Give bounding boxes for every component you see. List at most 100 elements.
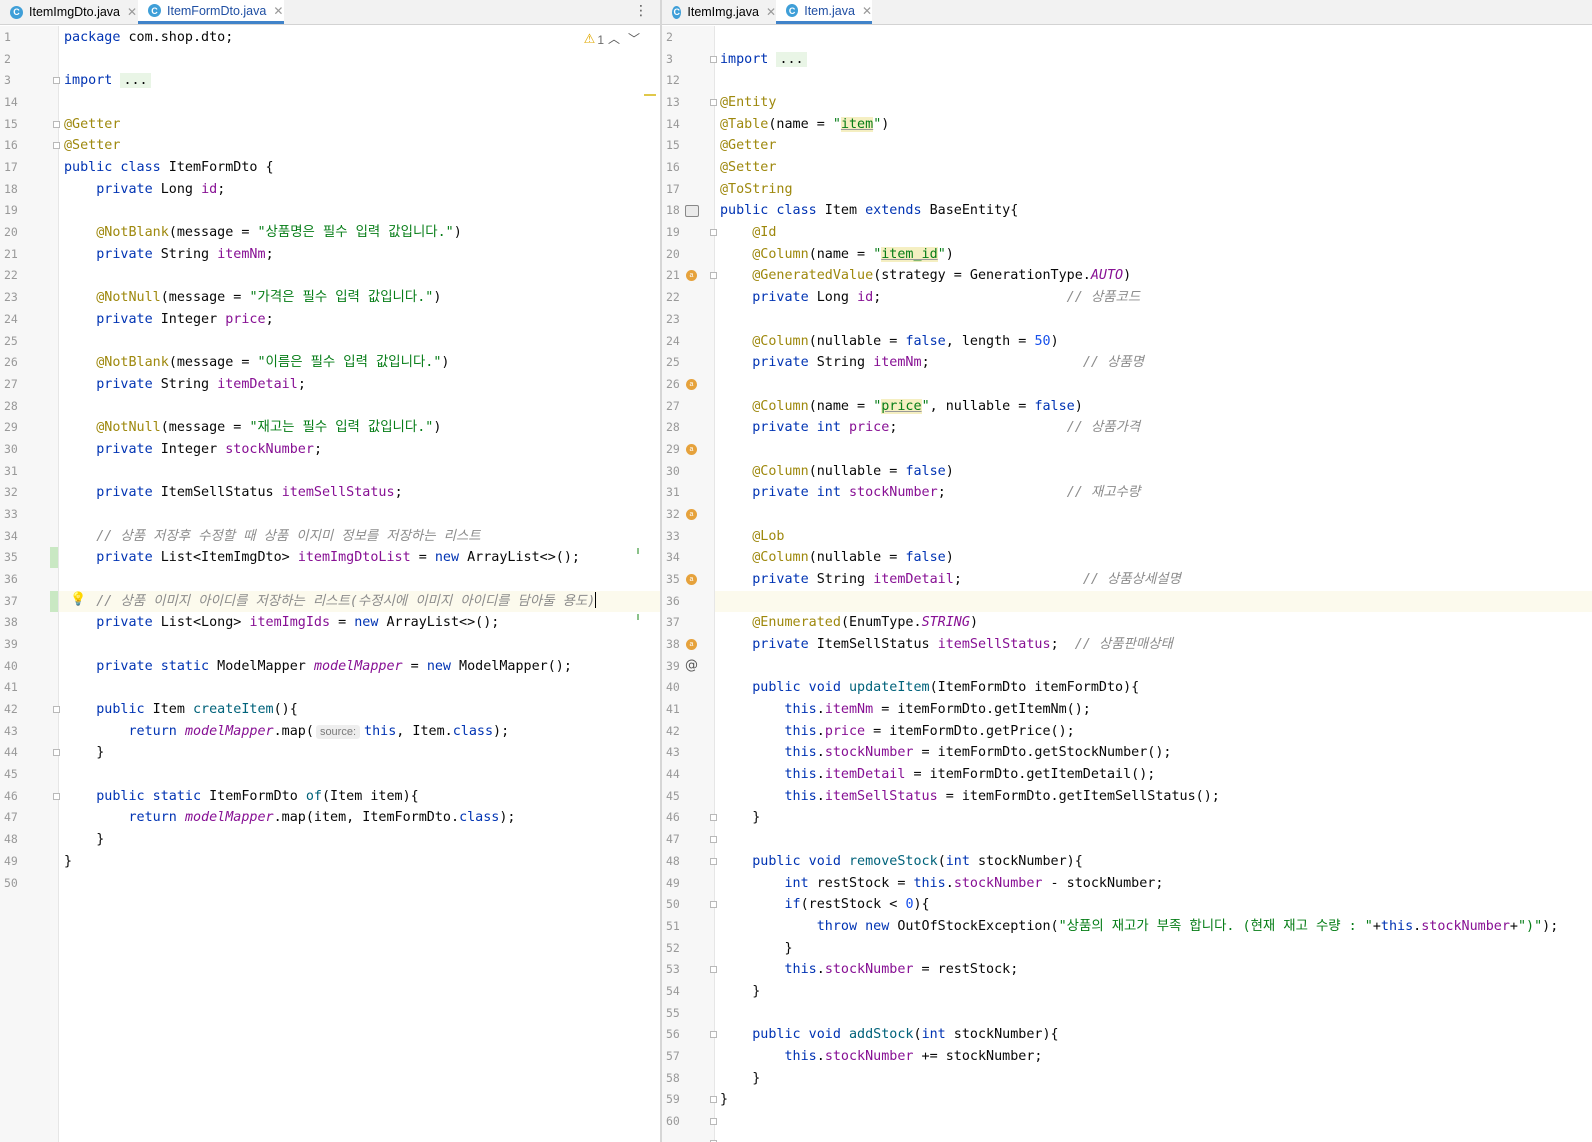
code-line[interactable]: } — [715, 938, 1592, 960]
inspection-warning-badge[interactable]: ⚠ 1 — [584, 32, 604, 47]
database-table-icon[interactable] — [685, 205, 699, 218]
code-line[interactable]: // 상품 저장후 수정할 때 상품 이지미 정보를 저장하는 리스트 — [59, 526, 660, 548]
code-line[interactable]: @NotBlank(message = "이름은 필수 입력 값입니다.") — [59, 352, 660, 374]
code-line[interactable]: package com.shop.dto; — [59, 27, 660, 49]
code-line[interactable]: @Enumerated(EnumType.STRING) — [715, 612, 1592, 634]
tab-itemimg[interactable]: C ItemImg.java ✕ — [662, 0, 776, 24]
code-line[interactable] — [715, 829, 1592, 851]
code-line[interactable]: private List<ItemImgDto> itemImgDtoList … — [59, 547, 660, 569]
code-line[interactable]: this.itemSellStatus = itemFormDto.getIte… — [715, 786, 1592, 808]
code-line[interactable] — [715, 1111, 1592, 1133]
code-line[interactable]: public class ItemFormDto { — [59, 157, 660, 179]
code-line[interactable]: int restStock = this.stockNumber - stock… — [715, 873, 1592, 895]
navigate-arrows-icon[interactable]: ︿﹀ — [608, 30, 648, 47]
code-line[interactable]: import ... — [59, 70, 660, 92]
code-line[interactable]: @Lob — [715, 526, 1592, 548]
code-line[interactable]: } — [59, 742, 660, 764]
code-line[interactable]: @Getter — [59, 114, 660, 136]
code-line[interactable] — [715, 70, 1592, 92]
close-icon[interactable]: ✕ — [766, 5, 776, 19]
code-line[interactable]: } — [715, 807, 1592, 829]
code-line[interactable]: private Integer price; — [59, 309, 660, 331]
right-editor[interactable]: 2 3 12 13 14 15 16 17 18 19 20 21 22 23 24 25 26 27 28 29 30… — [662, 26, 1592, 1142]
code-line[interactable]: @NotBlank(message = "상품명은 필수 입력 값입니다.") — [59, 222, 660, 244]
code-line[interactable] — [59, 49, 660, 71]
code-line[interactable] — [59, 504, 660, 526]
close-icon[interactable]: ✕ — [862, 4, 872, 18]
code-line[interactable]: import ... — [715, 49, 1592, 71]
code-area[interactable]: import ... @Entity @Table(name = "item") @G… — [715, 26, 1592, 1142]
code-line[interactable]: @ToString — [715, 179, 1592, 201]
code-line[interactable]: @Setter — [715, 157, 1592, 179]
code-line[interactable]: public static ItemFormDto of(Item item){ — [59, 786, 660, 808]
code-line[interactable]: private String itemNm; // 상품명 — [715, 352, 1592, 374]
code-line[interactable] — [59, 677, 660, 699]
code-line[interactable]: public class Item extends BaseEntity{ — [715, 200, 1592, 222]
code-line[interactable]: @Setter — [59, 135, 660, 157]
code-area[interactable]: package com.shop.dto; import ... @Getter @S… — [59, 26, 660, 1142]
code-line[interactable] — [715, 439, 1592, 461]
tab-itemformdto[interactable]: C ItemFormDto.java ✕ — [138, 0, 284, 24]
code-line[interactable]: private int stockNumber; // 재고수량 — [715, 482, 1592, 504]
code-line[interactable]: private int price; // 상품가격 — [715, 417, 1592, 439]
tab-itemimgdto[interactable]: C ItemImgDto.java ✕ — [0, 0, 138, 24]
code-line[interactable]: if(restStock < 0){ — [715, 894, 1592, 916]
code-line[interactable]: @Column(name = "price", nullable = false… — [715, 396, 1592, 418]
tab-item[interactable]: C Item.java ✕ — [776, 0, 872, 24]
code-line[interactable] — [715, 590, 1592, 613]
code-line[interactable]: private Long id; // 상품코드 — [715, 287, 1592, 309]
code-line[interactable]: } — [715, 1089, 1592, 1111]
code-line[interactable] — [59, 331, 660, 353]
code-line[interactable]: this.stockNumber = restStock; — [715, 959, 1592, 981]
overrides-at-icon[interactable]: @ — [685, 658, 698, 673]
code-line[interactable] — [59, 634, 660, 656]
code-line[interactable]: } — [715, 981, 1592, 1003]
code-line[interactable]: } — [715, 1068, 1592, 1090]
scroll-warning-marker[interactable] — [644, 94, 656, 96]
code-line[interactable]: @Table(name = "item") — [715, 114, 1592, 136]
code-line[interactable] — [59, 764, 660, 786]
code-line[interactable]: @Entity — [715, 92, 1592, 114]
code-line[interactable]: private List<Long> itemImgIds = new Arra… — [59, 612, 660, 634]
code-line[interactable]: private String itemDetail; — [59, 374, 660, 396]
code-line[interactable]: return modelMapper.map(item, ItemFormDto… — [59, 807, 660, 829]
code-line[interactable]: return modelMapper.map(source: this, Item… — [59, 721, 660, 743]
code-line[interactable]: this.price = itemFormDto.getPrice(); — [715, 721, 1592, 743]
code-line[interactable] — [715, 27, 1592, 49]
code-line[interactable] — [715, 656, 1592, 678]
code-line[interactable] — [715, 504, 1592, 526]
code-line[interactable]: @Column(name = "item_id") — [715, 244, 1592, 266]
code-line[interactable] — [59, 569, 660, 591]
code-line[interactable]: @NotNull(message = "재고는 필수 입력 값입니다.") — [59, 417, 660, 439]
code-line[interactable]: this.itemNm = itemFormDto.getItemNm(); — [715, 699, 1592, 721]
left-editor[interactable]: 1 2 3 14 15 16 17 18 19 20 21 22 23 24 25 26 27 28 29 30 31 3… — [0, 26, 660, 1142]
code-line[interactable]: @NotNull(message = "가격은 필수 입력 값입니다.") — [59, 287, 660, 309]
code-line[interactable] — [59, 265, 660, 287]
close-icon[interactable]: ✕ — [273, 4, 283, 18]
code-line[interactable]: public void removeStock(int stockNumber)… — [715, 851, 1592, 873]
code-line[interactable] — [59, 461, 660, 483]
code-line[interactable] — [715, 1003, 1592, 1025]
code-line[interactable]: } — [59, 851, 660, 873]
code-line[interactable]: private Long id; — [59, 179, 660, 201]
lightbulb-icon[interactable]: 💡 — [70, 592, 86, 607]
code-line[interactable] — [59, 396, 660, 418]
code-line[interactable]: @Column(nullable = false) — [715, 547, 1592, 569]
code-line[interactable]: @GeneratedValue(strategy = GenerationTyp… — [715, 265, 1592, 287]
code-line[interactable]: this.stockNumber += stockNumber; — [715, 1046, 1592, 1068]
code-line[interactable] — [59, 200, 660, 222]
code-line[interactable]: throw new OutOfStockException("상품의 재고가 부… — [715, 916, 1592, 938]
code-line[interactable]: private ItemSellStatus itemSellStatus; — [59, 482, 660, 504]
close-icon[interactable]: ✕ — [127, 5, 137, 19]
code-line[interactable]: this.stockNumber = itemFormDto.getStockN… — [715, 742, 1592, 764]
more-options-icon[interactable]: ⋮ — [634, 3, 648, 19]
code-line[interactable] — [59, 92, 660, 114]
code-line[interactable]: private ItemSellStatus itemSellStatus; /… — [715, 634, 1592, 656]
code-line[interactable]: private Integer stockNumber; — [59, 439, 660, 461]
code-line[interactable]: private String itemDetail; // 상품상세설명 — [715, 569, 1592, 591]
code-line[interactable] — [715, 309, 1592, 331]
code-line[interactable]: private static ModelMapper modelMapper =… — [59, 656, 660, 678]
code-line[interactable]: public void updateItem(ItemFormDto itemF… — [715, 677, 1592, 699]
code-line[interactable]: public Item createItem(){ — [59, 699, 660, 721]
code-line[interactable]: @Getter — [715, 135, 1592, 157]
